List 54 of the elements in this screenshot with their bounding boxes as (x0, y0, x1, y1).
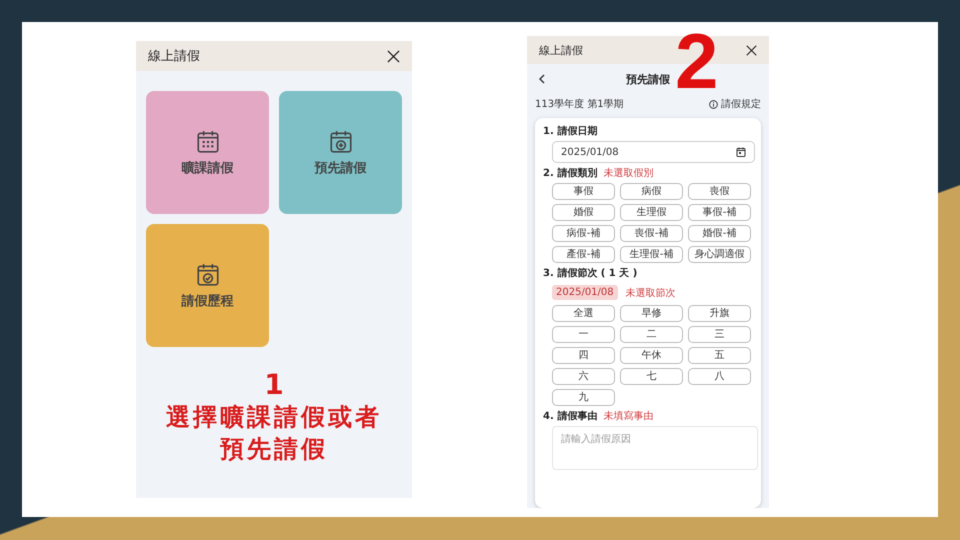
option-button[interactable]: 婚假 (552, 204, 615, 221)
period-button[interactable]: 午休 (620, 347, 683, 364)
calendar-icon (328, 128, 354, 154)
date-field[interactable]: 2025/01/08 (552, 141, 755, 163)
period-button[interactable]: 早修 (620, 305, 683, 322)
info-icon (709, 100, 718, 108)
period-button[interactable]: 升旗 (688, 305, 751, 322)
term-text: 113學年度 第1學期 (535, 98, 624, 111)
option-button[interactable]: 病假-補 (552, 225, 615, 242)
reason-field[interactable]: 請輸入請假原因 (552, 426, 758, 470)
step-number: 2 (675, 28, 718, 100)
period-button[interactable]: 全選 (552, 305, 615, 322)
option-button[interactable]: 事假-補 (688, 204, 751, 221)
option-button[interactable]: 生理假-補 (620, 246, 683, 263)
close-icon[interactable] (746, 44, 757, 56)
page-title: 預先請假 (626, 72, 670, 86)
rules-link[interactable]: 請假規定 (709, 97, 761, 111)
period-button[interactable]: 二 (620, 326, 683, 343)
header-title: 線上請假 (539, 42, 583, 58)
option-button[interactable]: 產假-補 (552, 246, 615, 263)
period-button[interactable]: 一 (552, 326, 615, 343)
hint-text: 未選取節次 (626, 286, 676, 300)
section-title: 2. 請假類別 (543, 166, 598, 180)
period-button[interactable]: 九 (552, 389, 615, 406)
period-button[interactable]: 四 (552, 347, 615, 364)
menu-tile[interactable]: 曠課請假 (146, 91, 269, 214)
section-title: 3. 請假節次 ( 1 天 ) (543, 266, 638, 280)
option-button[interactable]: 喪假 (688, 183, 751, 200)
period-button[interactable]: 五 (688, 347, 751, 364)
period-button[interactable]: 七 (620, 368, 683, 385)
menu-tile[interactable]: 請假歷程 (146, 224, 269, 347)
section-title: 1. 請假日期 (543, 124, 598, 138)
period-button[interactable]: 八 (688, 368, 751, 385)
period-button[interactable]: 三 (688, 326, 751, 343)
header-title: 線上請假 (148, 48, 200, 65)
menu-tile[interactable]: 預先請假 (279, 91, 402, 214)
date-chip: 2025/01/08 (552, 285, 618, 300)
option-button[interactable]: 身心調適假 (688, 246, 751, 263)
option-button[interactable]: 生理假 (620, 204, 683, 221)
option-button[interactable]: 婚假-補 (688, 225, 751, 242)
hint-text: 未填寫事由 (603, 410, 654, 423)
caption-text: 預先請假 (220, 434, 328, 465)
period-button[interactable]: 六 (552, 368, 615, 385)
caption-text: 選擇曠課請假或者 (166, 402, 382, 433)
step-number: 1 (264, 369, 284, 401)
option-button[interactable]: 喪假-補 (620, 225, 683, 242)
option-button[interactable]: 事假 (552, 183, 615, 200)
section-title: 4. 請假事由 (543, 410, 598, 423)
calendar-icon (194, 262, 220, 288)
calendar-icon (194, 128, 220, 154)
calendar-icon (736, 147, 746, 157)
hint-text: 未選取假別 (603, 166, 654, 180)
close-icon[interactable] (387, 50, 400, 62)
option-button[interactable]: 病假 (620, 183, 683, 200)
